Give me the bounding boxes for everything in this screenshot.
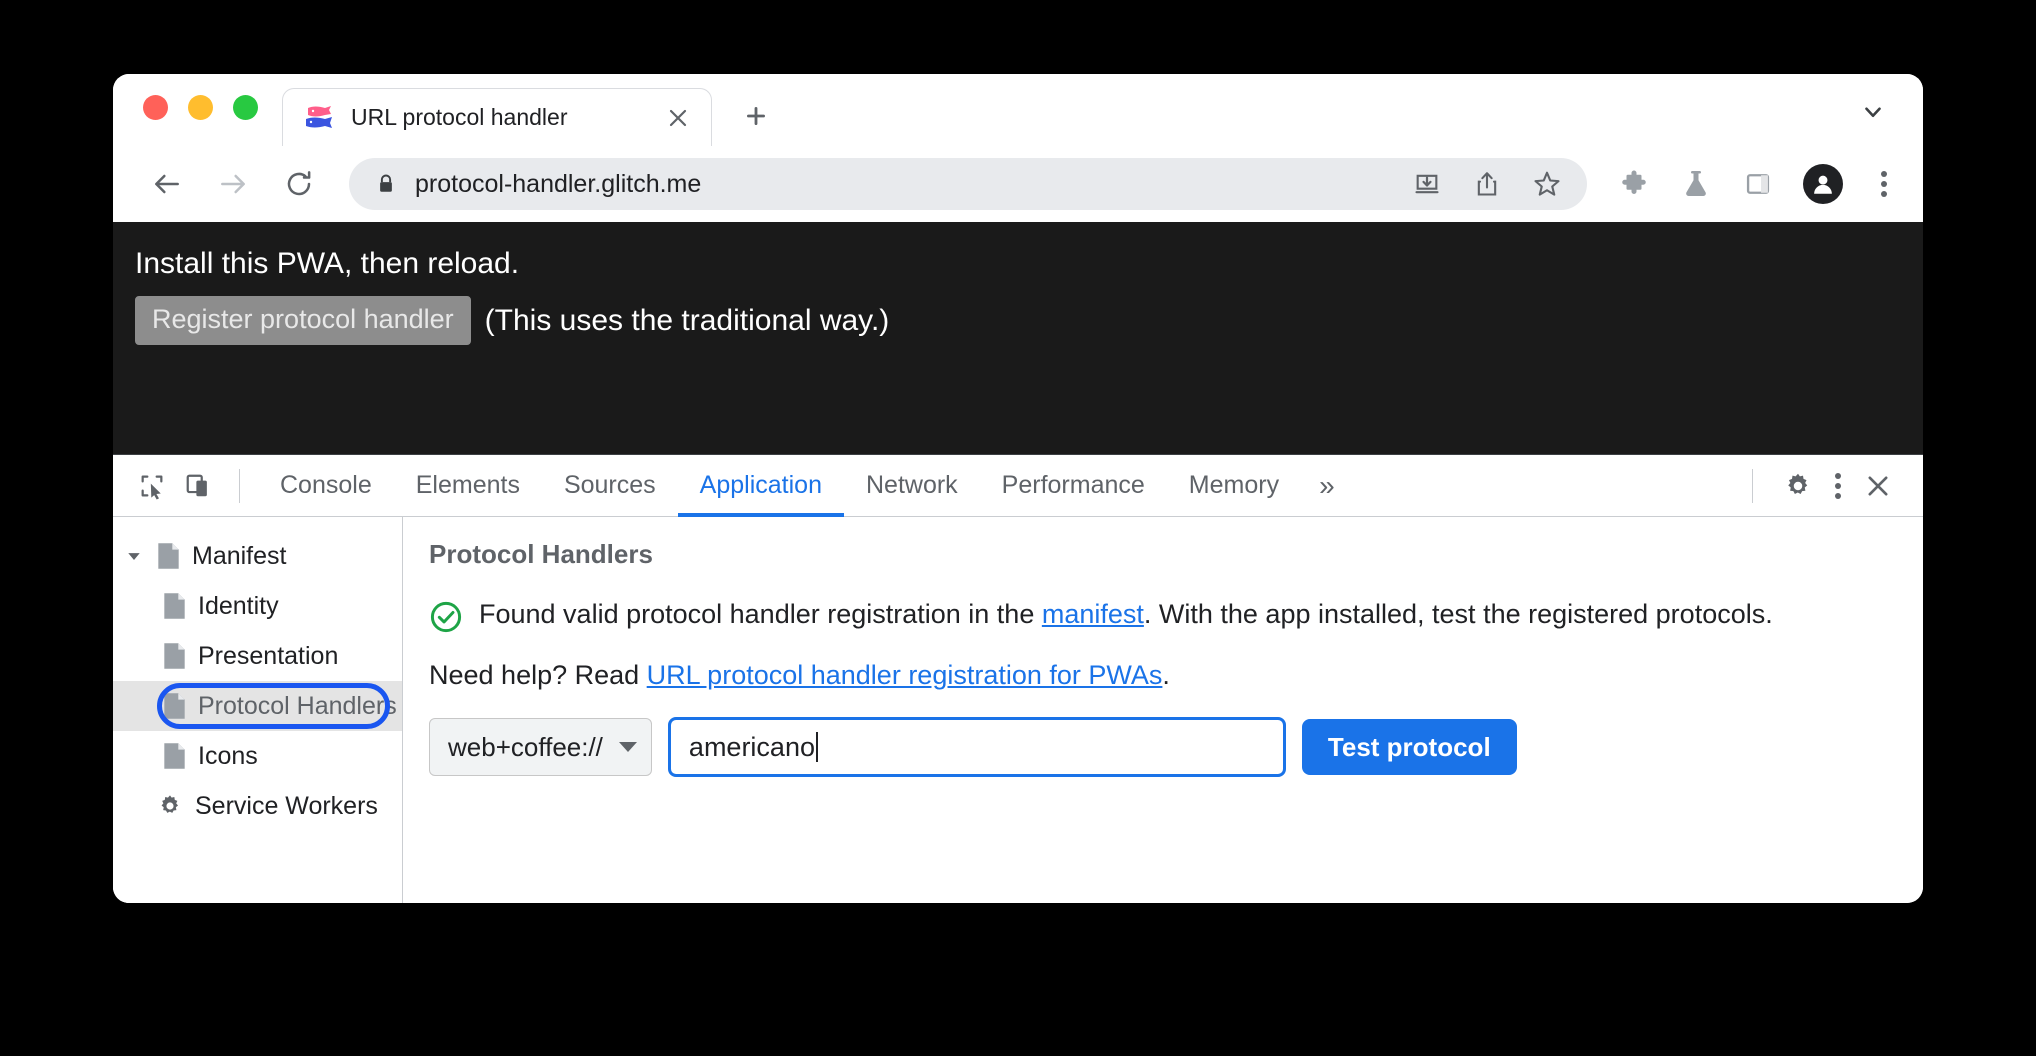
protocol-url-input[interactable]: americano [667,717,1286,777]
protocol-handlers-panel: Protocol Handlers Found valid protocol h… [403,517,1923,903]
status-text-part2: . With the app installed, test the regis… [1143,599,1773,629]
more-tabs-chevron-icon[interactable]: » [1301,455,1353,516]
sidebar-item-protocol-handlers[interactable]: Protocol Handlers [113,681,402,731]
sidebar-item-identity[interactable]: Identity [113,581,402,631]
browser-window: URL protocol handler protocol-handler.gl… [113,74,1923,903]
tab-network[interactable]: Network [844,455,980,516]
bookmark-star-icon[interactable] [1531,168,1563,200]
application-sidebar: Manifest Identity Presentation Protocol … [113,517,403,903]
forward-arrow-icon[interactable] [207,158,259,210]
sidebar-item-label: Icons [198,741,258,770]
device-toolbar-icon[interactable] [175,463,221,509]
document-icon [163,742,186,770]
settings-gear-icon[interactable] [1775,463,1821,509]
tab-strip: URL protocol handler [113,74,1923,146]
status-message-text: Found valid protocol handler registratio… [479,596,1773,632]
page-viewport: Install this PWA, then reload. Register … [113,222,1923,454]
tab-title: URL protocol handler [351,104,568,130]
panel-title: Protocol Handlers [429,539,653,569]
devtools-tabs: Console Elements Sources Application Net… [258,455,1353,517]
tab-performance[interactable]: Performance [980,455,1167,516]
sidebar-item-manifest[interactable]: Manifest [113,531,402,581]
tab-sources[interactable]: Sources [542,455,678,516]
status-text-part1: Found valid protocol handler registratio… [479,599,1042,629]
inspect-element-icon[interactable] [129,463,175,509]
tab-console[interactable]: Console [258,455,394,516]
toolbar-divider [239,468,240,503]
document-icon [163,592,186,620]
devtools-panel: Console Elements Sources Application Net… [113,454,1923,903]
close-tab-icon[interactable] [663,103,693,133]
help-text-prefix: Need help? Read [429,660,647,690]
sidebar-item-label: Service Workers [195,791,378,820]
sidebar-item-service-workers[interactable]: Service Workers [113,781,402,831]
page-heading: Install this PWA, then reload. [135,247,520,280]
sidebar-item-label: Protocol Handlers [198,691,397,720]
chevron-down-icon [618,742,637,752]
devtools-right-actions [1734,463,1923,509]
reload-icon[interactable] [273,158,325,210]
devtools-body: Manifest Identity Presentation Protocol … [113,517,1923,903]
chrome-menu-kebab-icon[interactable] [1871,167,1897,201]
document-icon [163,642,186,670]
devtools-kebab-icon[interactable] [1825,469,1851,503]
toolbar-right-actions [1587,164,1897,204]
close-window-button[interactable] [143,95,168,120]
back-arrow-icon[interactable] [141,158,193,210]
sidebar-item-label: Manifest [192,541,287,570]
profile-avatar[interactable] [1803,164,1843,204]
maximize-window-button[interactable] [233,95,258,120]
document-icon [163,692,186,720]
browser-toolbar: protocol-handler.glitch.me [113,146,1923,222]
extensions-puzzle-icon[interactable] [1617,167,1651,201]
devtools-tab-bar: Console Elements Sources Application Net… [113,455,1923,517]
page-note: (This uses the traditional way.) [484,303,890,337]
close-devtools-icon[interactable] [1855,463,1901,509]
address-bar-url: protocol-handler.glitch.me [415,169,702,198]
triangle-down-icon[interactable] [123,548,145,564]
tab-application[interactable]: Application [677,455,845,517]
document-icon [157,542,180,570]
tab-memory[interactable]: Memory [1167,455,1301,516]
test-protocol-button[interactable]: Test protocol [1301,719,1517,775]
chevron-down-icon[interactable] [1853,92,1893,132]
experiments-flask-icon[interactable] [1679,167,1713,201]
sidebar-item-label: Identity [198,591,279,620]
help-line: Need help? Read URL protocol handler reg… [429,660,1893,691]
manifest-link[interactable]: manifest [1042,599,1144,629]
share-icon[interactable] [1471,168,1503,200]
protocol-test-form: web+coffee:// americano Test protocol [429,717,1893,777]
scheme-select-value: web+coffee:// [448,731,603,762]
register-protocol-handler-button[interactable]: Register protocol handler [135,296,471,345]
window-controls [113,95,282,146]
new-tab-button[interactable] [734,94,778,138]
green-check-circle-icon [429,600,463,634]
install-pwa-icon[interactable] [1411,168,1443,200]
lock-icon [375,172,397,196]
minimize-window-button[interactable] [188,95,213,120]
status-message: Found valid protocol handler registratio… [429,596,1893,634]
pwa-docs-link[interactable]: URL protocol handler registration for PW… [647,660,1163,690]
sidebar-item-presentation[interactable]: Presentation [113,631,402,681]
help-text-suffix: . [1162,660,1170,690]
protocol-url-input-value: americano [688,731,815,762]
tab-elements[interactable]: Elements [394,455,542,516]
sidebar-item-icons[interactable]: Icons [113,731,402,781]
glitch-fish-favicon [305,105,335,131]
omnibox-actions [1411,168,1569,200]
side-panel-icon[interactable] [1741,167,1775,201]
scheme-select[interactable]: web+coffee:// [429,718,652,776]
text-cursor [815,732,818,762]
screenshot-root: URL protocol handler protocol-handler.gl… [0,0,2036,1056]
gear-icon [157,793,183,819]
right-actions-divider [1752,468,1753,503]
page-action-row: Register protocol handler (This uses the… [135,296,1923,345]
sidebar-item-label: Presentation [198,641,339,670]
browser-tab[interactable]: URL protocol handler [282,88,712,146]
address-bar[interactable]: protocol-handler.glitch.me [349,158,1587,210]
